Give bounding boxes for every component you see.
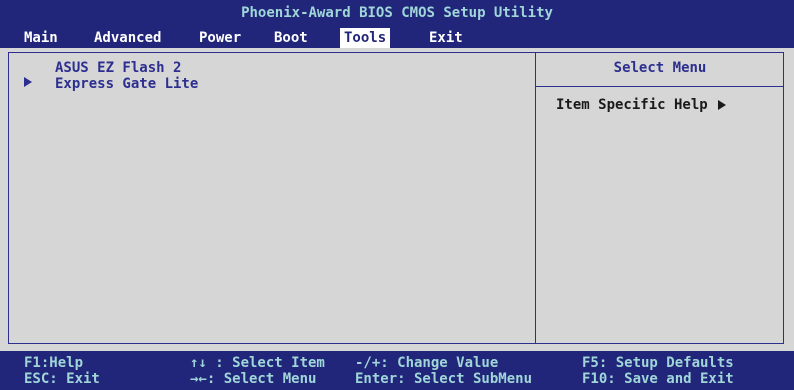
menu-advanced[interactable]: Advanced — [90, 28, 165, 48]
menu-bar: Main Advanced Power Boot Tools Exit — [0, 26, 794, 48]
key-legend: F1:Help ESC: Exit ↑↓ : Select Item →←: S… — [0, 351, 794, 390]
key-change-value: -/+: Change Value — [355, 355, 499, 371]
key-save-exit: F10: Save and Exit — [582, 371, 734, 387]
menu-exit[interactable]: Exit — [425, 28, 467, 48]
menu-boot[interactable]: Boot — [270, 28, 312, 48]
key-setup-defaults: F5: Setup Defaults — [582, 355, 734, 371]
help-arrow-icon — [718, 100, 727, 110]
window-title: Phoenix-Award BIOS CMOS Setup Utility — [0, 0, 794, 26]
key-select-submenu: Enter: Select SubMenu — [355, 371, 533, 387]
submenu-arrow-icon — [24, 77, 32, 87]
key-select-item: ↑↓ : Select Item — [190, 355, 325, 371]
panel-divider — [535, 52, 536, 344]
help-title: Select Menu — [613, 60, 707, 76]
tools-item-express-gate-lite[interactable]: Express Gate Lite — [55, 76, 198, 92]
help-divider — [535, 86, 784, 87]
bios-setup-screen: Phoenix-Award BIOS CMOS Setup Utility Ma… — [0, 0, 794, 390]
main-panel — [8, 52, 784, 344]
menu-main[interactable]: Main — [20, 28, 62, 48]
help-text-label: Item Specific Help — [556, 97, 708, 113]
menu-tools[interactable]: Tools — [340, 28, 391, 48]
key-select-menu: →←: Select Menu — [190, 371, 317, 387]
key-f1-help: F1:Help — [24, 355, 84, 371]
menu-power[interactable]: Power — [195, 28, 245, 48]
help-text: Item Specific Help — [556, 97, 727, 113]
key-esc-exit: ESC: Exit — [24, 371, 100, 387]
tools-item-asus-ez-flash-2[interactable]: ASUS EZ Flash 2 — [55, 60, 181, 76]
